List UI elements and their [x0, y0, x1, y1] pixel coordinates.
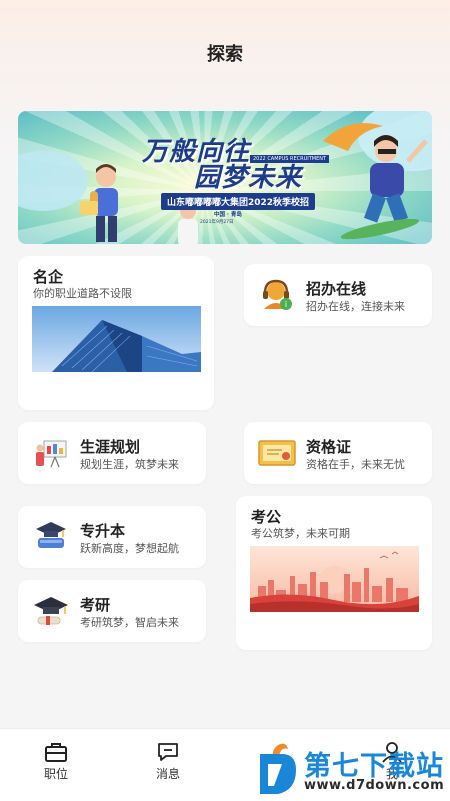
card-civil-service-exam[interactable]: 考公 考公筑梦，未来可期: [236, 496, 432, 650]
card-postgraduate-exam[interactable]: 考研 考研筑梦，智启未来: [18, 580, 206, 642]
office-building-image: [32, 306, 201, 372]
message-icon: [158, 743, 178, 761]
card-title: 考研: [80, 596, 111, 614]
nav-label: 消息: [155, 767, 180, 781]
briefcase-icon: [45, 743, 67, 762]
site-watermark: 第七下载站 www.d7down.com: [256, 744, 450, 800]
card-subtitle: 考研筑梦，智启未来: [80, 616, 179, 629]
card-admissions-online[interactable]: i 招办在线 招办在线，连接未来: [244, 264, 432, 326]
watermark-logo-icon: [260, 754, 296, 794]
card-famous-companies[interactable]: 名企 你的职业道路不设限: [18, 256, 214, 410]
bird-decoration: [323, 123, 383, 151]
card-upgrade-degree[interactable]: 专升本 跃新高度，梦想起航: [18, 506, 206, 568]
card-subtitle: 招办在线，连接未来: [306, 300, 405, 313]
card-title: 名企: [33, 268, 64, 286]
card-qualification-certificate[interactable]: 资格证 资格在手，未来无忧: [244, 422, 432, 484]
nav-item-jobs[interactable]: 职位: [0, 729, 112, 801]
nav-item-messages[interactable]: 消息: [112, 729, 224, 801]
card-title: 专升本: [80, 522, 126, 540]
svg-text:i: i: [285, 300, 287, 309]
presentation-board-icon: [36, 440, 67, 468]
city-skyline-image: [250, 546, 419, 612]
card-title: 生涯规划: [80, 438, 141, 456]
headset-icon: i: [263, 279, 292, 310]
card-subtitle: 考公筑梦，未来可期: [251, 527, 350, 540]
graduation-cap-icon: [36, 522, 66, 548]
page-title: 探索: [207, 44, 243, 65]
watermark-url: www.d7down.com: [304, 778, 445, 793]
card-title: 资格证: [306, 438, 352, 456]
card-title: 考公: [251, 508, 282, 526]
card-subtitle: 资格在手，未来无忧: [306, 458, 405, 471]
certificate-icon: [258, 440, 296, 466]
banner-headline-2: 园梦未来: [194, 163, 303, 193]
banner-location: 中国 · 青岛: [214, 212, 242, 218]
card-career-planning[interactable]: 生涯规划 规划生涯，筑梦未来: [18, 422, 206, 484]
banner-date: 2021年9月27日: [200, 220, 234, 225]
diploma-cap-icon: [34, 597, 68, 625]
card-subtitle: 跃新高度，梦想起航: [80, 542, 179, 555]
campus-recruitment-banner[interactable]: 万般向往 2022 CAMPUS RECRUITMENT 园梦未来 山东嘟嘟嘟嘟…: [18, 111, 432, 244]
card-subtitle: 你的职业道路不设限: [33, 287, 132, 300]
nav-label: 职位: [43, 767, 68, 781]
card-title: 招办在线: [306, 280, 367, 298]
student-figure-left: [80, 164, 118, 242]
card-subtitle: 规划生涯，筑梦未来: [80, 458, 179, 471]
banner-subtitle: 山东嘟嘟嘟嘟大集团2022秋季校招: [161, 193, 316, 210]
